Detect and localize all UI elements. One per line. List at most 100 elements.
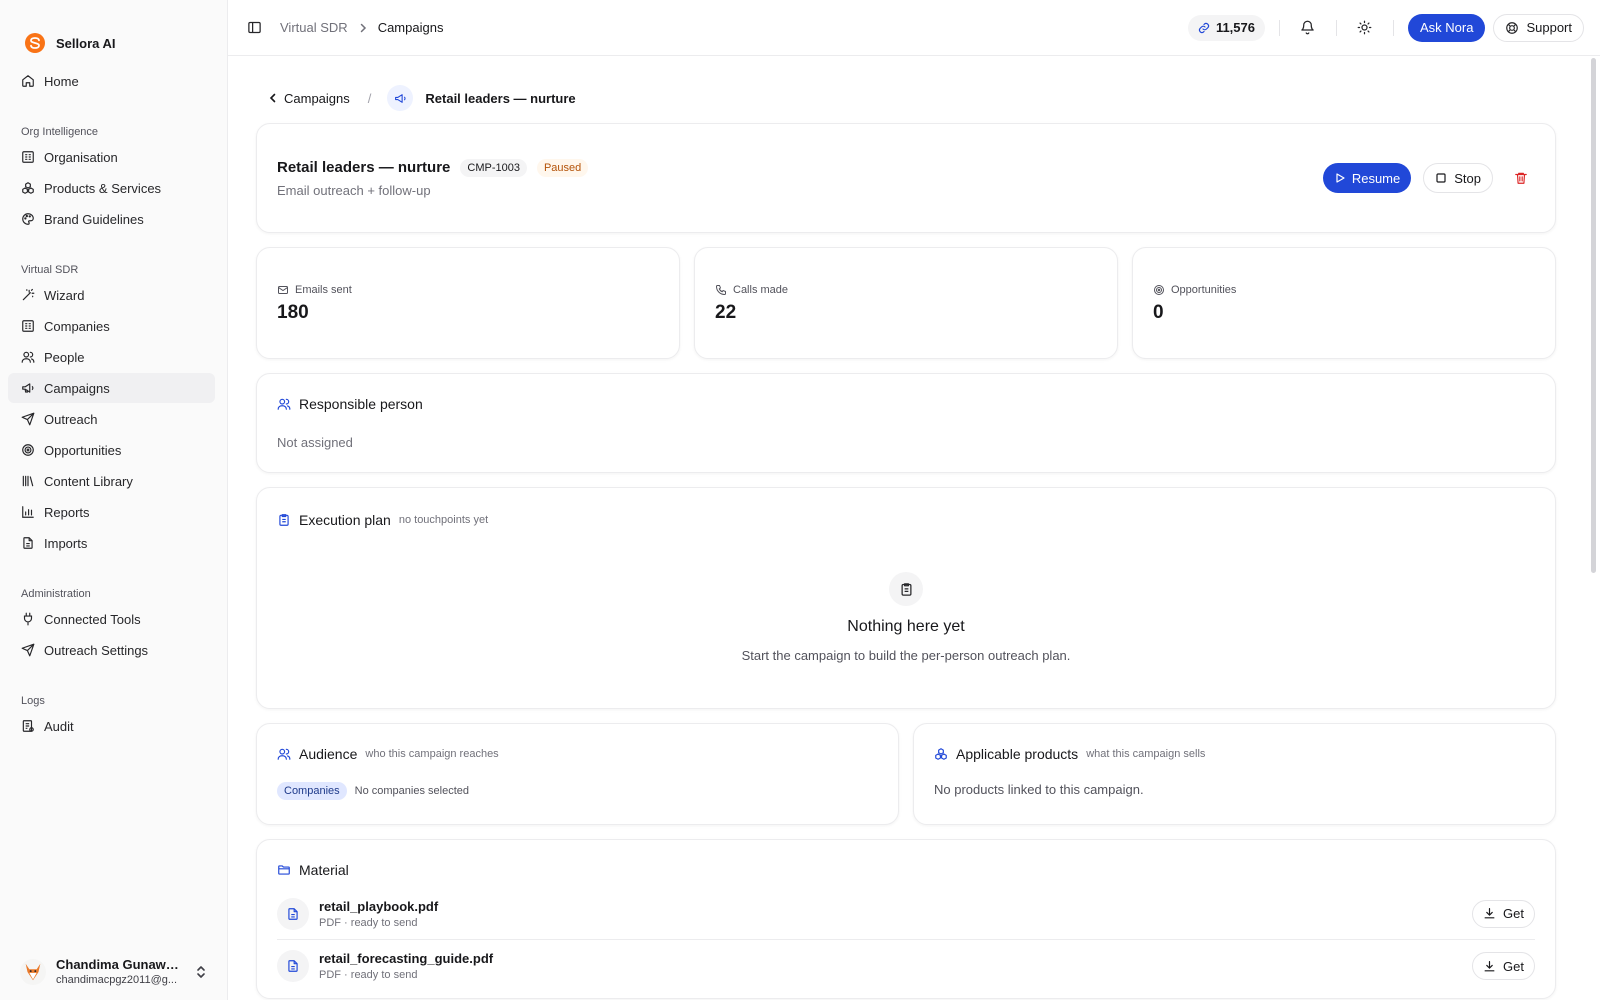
- download-icon: [1483, 907, 1496, 920]
- file-name[interactable]: retail_playbook.pdf: [319, 899, 1462, 914]
- sidebar-toggle-icon[interactable]: [240, 14, 268, 42]
- sidebar-group-title: Org Intelligence: [21, 126, 99, 138]
- section-title: Responsible person: [299, 396, 423, 412]
- support-button[interactable]: Support: [1493, 13, 1584, 42]
- sidebar-item-label: Connected Tools: [44, 611, 141, 627]
- responsible-person-value: Not assigned: [277, 435, 353, 450]
- sidebar-item-reports[interactable]: Reports: [0, 497, 215, 527]
- get-file-button[interactable]: Get: [1472, 952, 1535, 980]
- list-item: retail_playbook.pdf PDF · ready to send …: [277, 888, 1535, 940]
- sidebar-item-label: Content Library: [44, 473, 133, 489]
- home-icon: [20, 74, 35, 89]
- get-label: Get: [1503, 906, 1524, 921]
- avatar: [20, 958, 46, 985]
- ask-nora-button[interactable]: Ask Nora: [1407, 13, 1486, 42]
- breadcrumb-separator: /: [367, 90, 372, 106]
- sidebar-item-home[interactable]: Home: [0, 66, 215, 96]
- breadcrumb-item-virtual-sdr[interactable]: Virtual SDR: [280, 20, 348, 35]
- sidebar-group-title: Administration: [21, 588, 91, 600]
- section-title: Audience: [299, 746, 358, 762]
- sidebar-item-companies[interactable]: Companies: [0, 311, 215, 341]
- target-icon: [1153, 284, 1165, 296]
- plug-icon: [20, 612, 35, 627]
- brand[interactable]: Sellora AI: [0, 0, 227, 62]
- credits-badge[interactable]: 11,576: [1187, 14, 1265, 41]
- sidebar-item-organisation[interactable]: Organisation: [0, 142, 215, 172]
- sidebar-group-title: Logs: [21, 695, 45, 707]
- audience-products-row: Audience who this campaign reaches Compa…: [256, 723, 1556, 825]
- sidebar-item-wizard[interactable]: Wizard: [0, 280, 215, 310]
- applicable-products-card: Applicable products what this campaign s…: [913, 723, 1556, 825]
- section-title: Applicable products: [956, 746, 1079, 762]
- folder-icon: [277, 863, 291, 877]
- sidebar-item-campaigns[interactable]: Campaigns: [8, 373, 215, 403]
- user-email: chandimacpgz2011@g...: [56, 974, 178, 986]
- bell-icon[interactable]: [1294, 14, 1322, 42]
- breadcrumb: Virtual SDR Campaigns: [280, 20, 443, 35]
- stat-label-row: Emails sent: [277, 284, 659, 296]
- sidebar-item-label: Organisation: [44, 149, 118, 165]
- sidebar-item-outreach-settings[interactable]: Outreach Settings: [0, 635, 215, 665]
- sidebar-item-audit[interactable]: Audit: [0, 711, 215, 741]
- page-breadcrumb: Campaigns / Retail leaders — nurture: [268, 83, 1556, 113]
- download-icon: [1483, 960, 1496, 973]
- target-icon: [20, 443, 35, 458]
- chevron-up-down-icon[interactable]: [195, 965, 207, 979]
- chevron-right-icon: [358, 23, 368, 33]
- user-menu[interactable]: Chandima Gunawar... chandimacpgz2011@g..…: [20, 957, 207, 986]
- megaphone-icon: [20, 381, 35, 396]
- resume-button[interactable]: Resume: [1322, 163, 1412, 193]
- file-text-icon: [277, 897, 309, 930]
- sidebar-item-label: Outreach Settings: [44, 642, 149, 658]
- get-file-button[interactable]: Get: [1472, 899, 1535, 928]
- campaign-id-badge: CMP-1003: [460, 158, 527, 177]
- sidebar-item-people[interactable]: People: [0, 342, 215, 372]
- campaign-actions: Resume Stop: [1322, 163, 1535, 193]
- main: Virtual SDR Campaigns 11,576 Ask Nora Su…: [228, 0, 1600, 1000]
- empty-state-title: Nothing here yet: [847, 618, 965, 635]
- status-badge: Paused: [536, 158, 589, 177]
- sidebar-item-imports[interactable]: Imports: [0, 528, 215, 558]
- sidebar-item-outreach[interactable]: Outreach: [0, 404, 215, 434]
- palette-icon: [20, 212, 35, 227]
- products-value: No products linked to this campaign.: [934, 782, 1144, 797]
- file-list: retail_playbook.pdf PDF · ready to send …: [277, 888, 1535, 992]
- sidebar-item-connected-tools[interactable]: Connected Tools: [0, 604, 215, 634]
- divider: [1335, 19, 1337, 36]
- campaign-title-row: Retail leaders — nurture CMP-1003 Paused: [277, 158, 1323, 177]
- link-icon: [1198, 22, 1210, 34]
- send-icon: [20, 412, 35, 427]
- sidebar-item-opportunities[interactable]: Opportunities: [0, 435, 215, 465]
- users-icon: [20, 350, 35, 365]
- sidebar-item-products-services[interactable]: Products & Services: [0, 173, 215, 203]
- sun-icon[interactable]: [1351, 14, 1379, 42]
- file-meta: PDF · ready to send: [319, 969, 418, 981]
- sidebar-item-label: Audit: [44, 718, 74, 734]
- lifebuoy-icon: [1505, 21, 1519, 35]
- section-header: Material: [277, 862, 1535, 878]
- sidebar-item-label: Opportunities: [44, 442, 122, 458]
- brand-logo-icon: [24, 32, 46, 54]
- back-to-campaigns-link[interactable]: Campaigns: [268, 91, 350, 106]
- section-note: what this campaign sells: [1086, 748, 1206, 760]
- magic-wand-icon: [20, 288, 35, 303]
- sidebar-item-content-library[interactable]: Content Library: [0, 466, 215, 496]
- breadcrumb-item-campaigns[interactable]: Campaigns: [378, 20, 444, 35]
- boxes-icon: [934, 747, 948, 761]
- divider: [1278, 19, 1280, 36]
- clipboard-icon: [277, 513, 291, 527]
- stats-row: Emails sent 180 Calls made 22 Opportunit…: [256, 247, 1556, 359]
- section-title: Material: [299, 862, 349, 878]
- support-label: Support: [1526, 20, 1572, 35]
- brand-name: Sellora AI: [56, 35, 116, 51]
- building-icon: [20, 319, 35, 334]
- sidebar-item-brand-guidelines[interactable]: Brand Guidelines: [0, 204, 215, 234]
- get-label: Get: [1503, 958, 1524, 974]
- trash-icon[interactable]: [1507, 164, 1535, 192]
- stop-label: Stop: [1454, 170, 1481, 186]
- file-name[interactable]: retail_forecasting_guide.pdf: [319, 951, 1462, 966]
- stop-button[interactable]: Stop: [1423, 163, 1493, 193]
- library-icon: [20, 474, 35, 489]
- user-text: Chandima Gunawar... chandimacpgz2011@g..…: [56, 957, 185, 986]
- bar-chart-icon: [20, 505, 35, 520]
